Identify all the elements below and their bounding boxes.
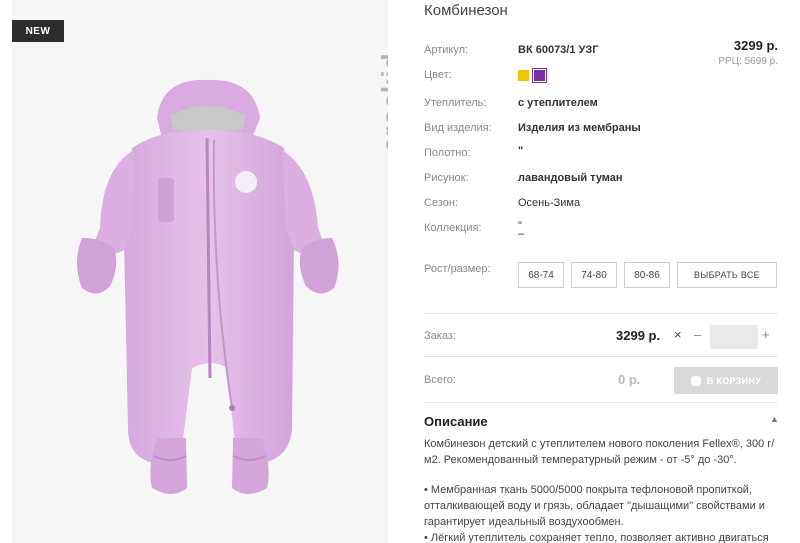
add-to-cart-button[interactable]: В КОРЗИНУ [674, 367, 778, 394]
quantity-input[interactable] [710, 325, 758, 349]
description-text: Комбинезон детский с утеплителем нового … [424, 436, 780, 543]
product-title: Комбинезон [424, 2, 508, 19]
product-gallery: NEW crockid [12, 0, 388, 543]
insulation-label: Утеплитель: [424, 97, 487, 109]
pattern-value: лавандовый туман [518, 172, 623, 184]
collapse-caret-icon[interactable]: ▲ [770, 414, 779, 424]
item-type-label: Вид изделия: [424, 122, 492, 134]
quantity-decrease-button[interactable]: – [694, 327, 701, 342]
season-label: Сезон: [424, 197, 458, 209]
season-value: Осень-Зима [518, 197, 581, 209]
size-label: Рост/размер: [424, 263, 491, 275]
order-label: Заказ: [424, 330, 456, 342]
description-title[interactable]: Описание [424, 414, 488, 429]
item-type-value: Изделия из мембраны [518, 122, 641, 134]
insulation-value: с утеплителем [518, 97, 598, 109]
description-paragraph: Комбинезон детский с утеплителем нового … [424, 438, 775, 466]
cart-icon [690, 375, 701, 386]
article-label: Артикул: [424, 44, 469, 56]
product-price: 3299 р. [733, 38, 778, 53]
collection-label: Коллекция: [424, 222, 482, 234]
new-badge: NEW [12, 20, 64, 42]
pattern-label: Рисунок: [424, 172, 469, 184]
quantity-increase-button[interactable]: + [762, 327, 770, 342]
brand-logo-text: crockid [376, 52, 388, 153]
select-all-sizes-button[interactable]: ВЫБРАТЬ ВСЕ [677, 262, 777, 288]
size-option-74-80[interactable]: 74-80 [571, 262, 617, 288]
description-bullet: • Мембранная ткань 5000/5000 покрыта теф… [424, 484, 765, 528]
divider [424, 402, 778, 403]
description-bullet: • Лёгкий утеплитель сохраняет тепло, поз… [424, 532, 769, 543]
recommended-retail-price: РРЦ: 5699 р. [718, 56, 778, 67]
color-label: Цвет: [424, 69, 452, 81]
total-label: Всего: [424, 374, 456, 386]
size-option-80-86[interactable]: 80-86 [624, 262, 670, 288]
order-price: 3299 р. [616, 328, 661, 343]
fabric-label: Полотно: [424, 147, 471, 159]
divider [424, 313, 778, 314]
divider [424, 356, 778, 357]
remove-order-icon[interactable]: × [674, 327, 682, 342]
collection-value-dash: – [518, 228, 525, 240]
total-value: 0 р. [618, 372, 641, 387]
color-swatch-yellow[interactable] [518, 70, 529, 81]
size-option-68-74[interactable]: 68-74 [518, 262, 564, 288]
product-photo[interactable] [62, 78, 352, 508]
fabric-value: " [518, 145, 524, 157]
article-value: ВК 60073/1 УЗГ [518, 44, 599, 56]
color-swatch-purple[interactable] [532, 68, 547, 83]
add-to-cart-label: В КОРЗИНУ [706, 375, 762, 386]
